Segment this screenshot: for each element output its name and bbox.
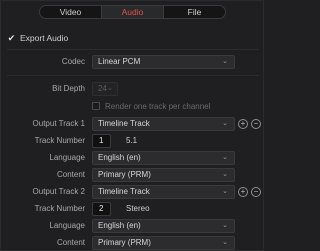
codec-dropdown[interactable]: Linear PCM ⌄ (92, 55, 235, 69)
chevron-down-icon: ⌄ (222, 58, 228, 65)
chevron-down-icon: ⌄ (222, 239, 228, 246)
language-1-dropdown[interactable]: English (en) ⌄ (92, 151, 235, 165)
content-2-row: Content Primary (PRM) ⌄ (1, 236, 265, 250)
chevron-down-icon: ⌄ (107, 85, 113, 92)
chevron-down-icon: ⌄ (222, 188, 228, 195)
content-1-dropdown[interactable]: Primary (PRM) ⌄ (92, 168, 235, 182)
language-2-label: Language (49, 221, 85, 230)
language-1-label: Language (49, 153, 85, 162)
add-track-button[interactable]: + (238, 187, 248, 197)
render-one-track-row[interactable]: Render one track per channel (92, 100, 210, 112)
remove-track-button[interactable]: − (251, 119, 261, 129)
remove-track-button[interactable]: − (251, 187, 261, 197)
chevron-down-icon: ⌄ (222, 154, 228, 161)
language-1-value: English (en) (98, 153, 141, 162)
chevron-down-icon: ⌄ (222, 120, 228, 127)
codec-value: Linear PCM (98, 57, 141, 66)
chevron-down-icon: ⌄ (222, 222, 228, 229)
track-number-2-row: Track Number 2 Stereo (1, 202, 265, 216)
bit-depth-row: Bit Depth 24 ⌄ (1, 82, 265, 96)
content-2-label: Content (56, 238, 85, 247)
bit-depth-dropdown[interactable]: 24 ⌄ (92, 82, 118, 96)
track-number-2-input[interactable]: 2 (92, 202, 111, 216)
bit-depth-label: Bit Depth (52, 84, 85, 93)
track-number-1-label: Track Number (34, 136, 85, 145)
tab-bar: Video Audio File (39, 5, 226, 19)
content-1-row: Content Primary (PRM) ⌄ (1, 168, 265, 182)
output-track-1-label: Output Track 1 (32, 119, 85, 128)
content-2-dropdown[interactable]: Primary (PRM) ⌄ (92, 236, 235, 250)
track-1-format: 5.1 (126, 136, 138, 145)
track-number-1-input[interactable]: 1 (92, 134, 111, 148)
language-2-dropdown[interactable]: English (en) ⌄ (92, 219, 235, 233)
render-one-track-checkbox[interactable] (92, 102, 100, 110)
tab-audio[interactable]: Audio (101, 6, 164, 18)
add-track-button[interactable]: + (238, 119, 248, 129)
output-track-2-label: Output Track 2 (32, 187, 85, 196)
track-2-format: Stereo (126, 204, 150, 213)
content-2-value: Primary (PRM) (98, 238, 151, 247)
render-settings-panel: Video Audio File ✔ Export Audio Codec Li… (0, 0, 264, 251)
tab-video[interactable]: Video (40, 6, 101, 18)
render-one-track-label: Render one track per channel (105, 101, 211, 111)
output-track-2-dropdown[interactable]: Timeline Track ⌄ (92, 185, 235, 199)
output-track-1-row: Output Track 1 Timeline Track ⌄ + − (1, 117, 265, 131)
content-1-label: Content (56, 170, 85, 179)
tab-file[interactable]: File (164, 6, 225, 18)
divider (7, 49, 259, 50)
output-track-2-row: Output Track 2 Timeline Track ⌄ + − (1, 185, 265, 199)
track-number-2-label: Track Number (34, 204, 85, 213)
export-audio-label: Export Audio (20, 33, 69, 43)
language-2-value: English (en) (98, 221, 141, 230)
divider (7, 75, 259, 76)
output-track-1-value: Timeline Track (98, 119, 150, 128)
track-number-1-row: Track Number 1 5.1 (1, 134, 265, 148)
export-audio-row[interactable]: ✔ Export Audio (7, 32, 68, 44)
language-2-row: Language English (en) ⌄ (1, 219, 265, 233)
output-track-1-dropdown[interactable]: Timeline Track ⌄ (92, 117, 235, 131)
export-audio-checkbox[interactable]: ✔ (7, 33, 16, 43)
chevron-down-icon: ⌄ (222, 171, 228, 178)
content-1-value: Primary (PRM) (98, 170, 151, 179)
codec-row: Codec Linear PCM ⌄ (1, 55, 265, 69)
output-track-2-value: Timeline Track (98, 187, 150, 196)
codec-label: Codec (61, 57, 85, 66)
language-1-row: Language English (en) ⌄ (1, 151, 265, 165)
